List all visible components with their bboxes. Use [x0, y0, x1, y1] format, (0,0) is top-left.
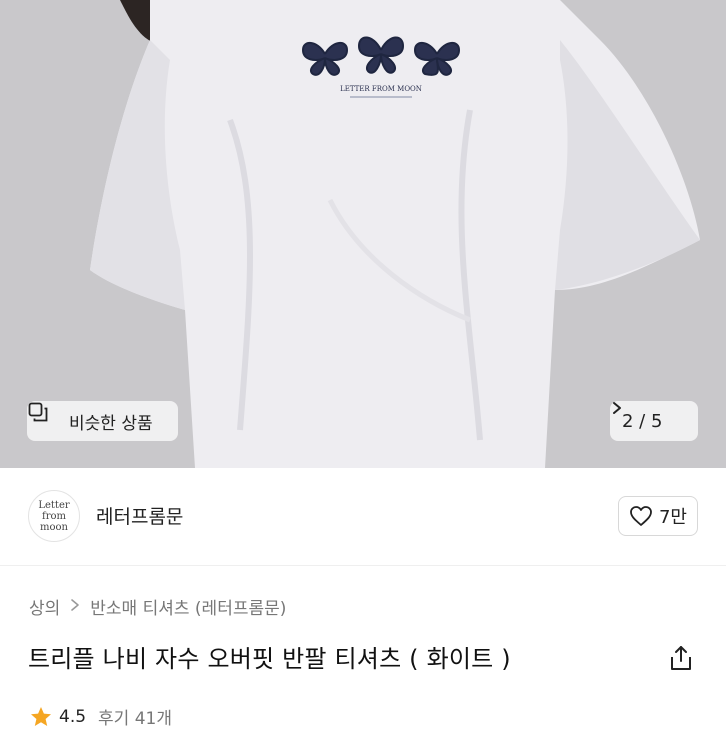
shop-logo[interactable]: Letter from moon — [28, 490, 80, 542]
product-title: 트리플 나비 자수 오버핏 반팔 티셔츠 ( 화이트 ) — [28, 645, 511, 673]
shirt-print-text: LETTER FROM MOON — [340, 85, 422, 93]
breadcrumb-subcategory[interactable]: 반소매 티셔츠 (레터프롬문) — [90, 594, 286, 619]
shop-name[interactable]: 레터프롬문 — [96, 502, 183, 529]
similar-products-button[interactable]: 비슷한 상품 — [27, 401, 178, 441]
share-button[interactable] — [668, 644, 694, 672]
share-icon — [671, 646, 691, 670]
product-photo: LETTER FROM MOON — [0, 0, 726, 468]
like-count: 7만 — [658, 507, 687, 528]
breadcrumb: 상의 반소매 티셔츠 (레터프롬문) — [29, 594, 286, 619]
chevron-right-icon — [70, 597, 80, 616]
heart-icon — [629, 505, 653, 527]
breadcrumb-category[interactable]: 상의 — [29, 594, 60, 619]
image-counter-button[interactable]: 2 / 5 — [610, 401, 698, 441]
star-icon — [29, 705, 53, 729]
product-image[interactable]: LETTER FROM MOON 비슷한 상품 2 / 5 — [0, 0, 726, 468]
similar-products-label: 비슷한 상품 — [69, 413, 153, 434]
copy-icon — [28, 402, 61, 432]
rating-row[interactable]: 4.5 후기 41개 — [29, 704, 172, 729]
like-button[interactable]: 7만 — [618, 496, 698, 536]
chevron-right-icon — [613, 402, 688, 428]
rating-score: 4.5 — [59, 706, 87, 727]
image-counter-label: 2 / 5 — [622, 410, 663, 432]
review-count[interactable]: 후기 41개 — [98, 704, 172, 729]
